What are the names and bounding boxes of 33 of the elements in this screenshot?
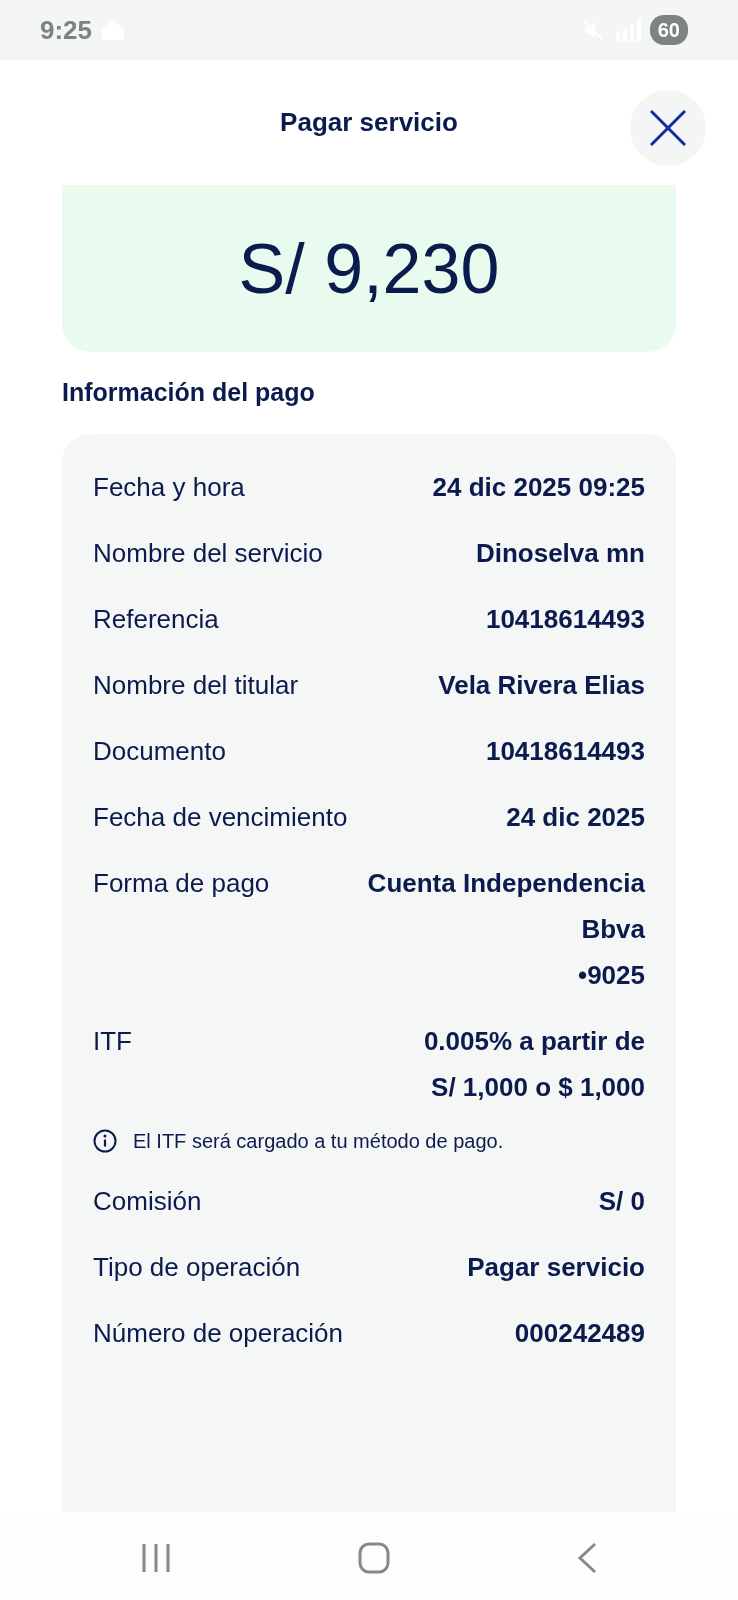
field-value: 10418614493: [485, 734, 645, 768]
home-button-icon[interactable]: [358, 1541, 390, 1574]
section-title: Información del pago: [62, 377, 316, 408]
field-label: Nombre del titular: [93, 668, 299, 702]
field-label: Número de operación: [93, 1316, 344, 1350]
back-icon[interactable]: [576, 1541, 597, 1574]
field-value: 10418614493: [485, 602, 645, 636]
field-label: Comisión: [93, 1184, 202, 1218]
paid-amount: S/ 9,230: [238, 233, 500, 304]
field-value: 24 dic 2025 09:25: [432, 470, 645, 504]
screen-title: Pagar servicio: [280, 106, 458, 139]
status-time: 9:25: [40, 13, 93, 47]
field-value: 000242489: [514, 1316, 645, 1350]
field-label: Fecha y hora: [93, 470, 245, 504]
field-label: Nombre del servicio: [93, 536, 323, 570]
field-label: Forma de pago: [93, 866, 270, 900]
info-note: El ITF será cargado a tu método de pago.: [133, 1128, 504, 1154]
field-label: Documento: [93, 734, 226, 768]
field-value: Cuenta Independencia Bbva •9025: [367, 866, 645, 992]
field-label: ITF: [93, 1024, 132, 1058]
close-icon: [650, 110, 686, 146]
field-value: Pagar servicio: [467, 1250, 645, 1284]
field-label: Referencia: [93, 602, 219, 636]
field-label: Tipo de operación: [93, 1250, 301, 1284]
recents-icon[interactable]: [141, 1542, 172, 1573]
field-value: Vela Rivera Elias: [438, 668, 645, 702]
field-value: 0.005% a partir de S/ 1,000 o $ 1,000: [423, 1024, 645, 1104]
info-icon: [93, 1128, 117, 1153]
field-label: Fecha de vencimiento: [93, 800, 348, 834]
field-value: 24 dic 2025: [506, 800, 645, 834]
battery-level: 60: [649, 15, 688, 45]
field-value: Dinoselva mn: [475, 536, 645, 570]
field-value: S/ 0: [598, 1184, 645, 1218]
